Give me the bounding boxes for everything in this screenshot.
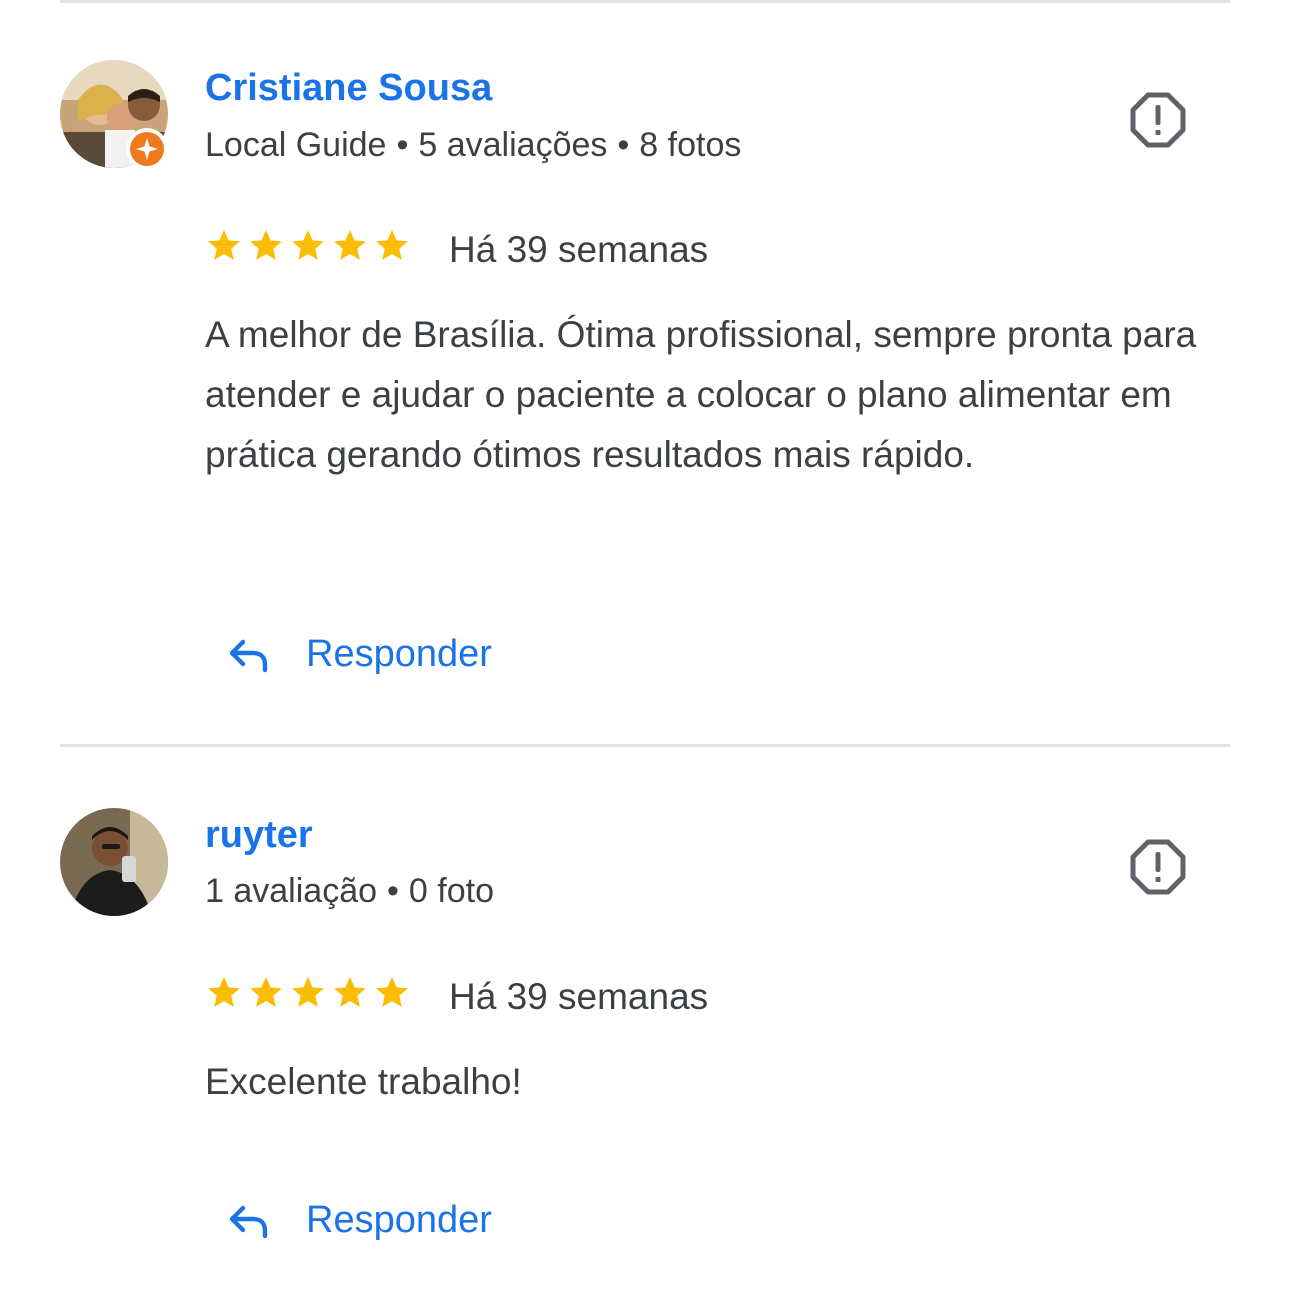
report-icon <box>1130 92 1186 148</box>
star-icon <box>376 229 408 260</box>
report-button[interactable] <box>1130 92 1186 148</box>
star-icon <box>292 229 324 260</box>
review-text: A melhor de Brasília. Ótima profissional… <box>205 314 1197 475</box>
star-icon <box>250 976 282 1007</box>
star-icon <box>334 229 366 260</box>
report-icon <box>1130 839 1186 895</box>
photo-count: 0 foto <box>408 872 494 910</box>
photo-count: 8 fotos <box>639 126 742 164</box>
reply-icon <box>229 639 268 673</box>
star-icon <box>250 229 282 260</box>
review-count: 5 avaliações <box>418 126 608 164</box>
review-count: 1 avaliação <box>205 872 378 910</box>
reply-label: Responder <box>306 1198 492 1241</box>
reviewer-avatar[interactable] <box>60 808 168 916</box>
star-sparkle-icon <box>136 138 158 160</box>
reply-icon <box>229 1205 268 1239</box>
local-guide-label: Local Guide <box>205 126 387 164</box>
review-divider <box>60 744 1230 747</box>
star-rating <box>205 973 411 1013</box>
reply-button[interactable]: Responder <box>225 1190 492 1250</box>
reviewer-meta: 1 avaliação • 0 foto <box>205 872 494 910</box>
reviewer-name[interactable]: ruyter <box>205 813 313 857</box>
report-button[interactable] <box>1130 839 1186 895</box>
star-icon <box>208 976 240 1007</box>
review-time: Há 39 semanas <box>449 229 709 270</box>
star-icon <box>292 976 324 1007</box>
star-icon <box>376 976 408 1007</box>
reply-button[interactable]: Responder <box>225 624 492 684</box>
review-time: Há 39 semanas <box>449 976 709 1017</box>
star-rating <box>205 226 411 266</box>
review-text: Excelente trabalho! <box>205 1061 522 1102</box>
top-divider <box>60 0 1230 3</box>
user-photo-icon <box>60 808 168 916</box>
reviewer-name[interactable]: Cristiane Sousa <box>205 66 492 110</box>
reviewer-meta: Local Guide • 5 avaliações • 8 fotos <box>205 126 742 164</box>
star-icon <box>208 229 240 260</box>
reply-label: Responder <box>306 632 492 675</box>
star-icon <box>334 976 366 1007</box>
local-guide-badge <box>126 128 168 170</box>
